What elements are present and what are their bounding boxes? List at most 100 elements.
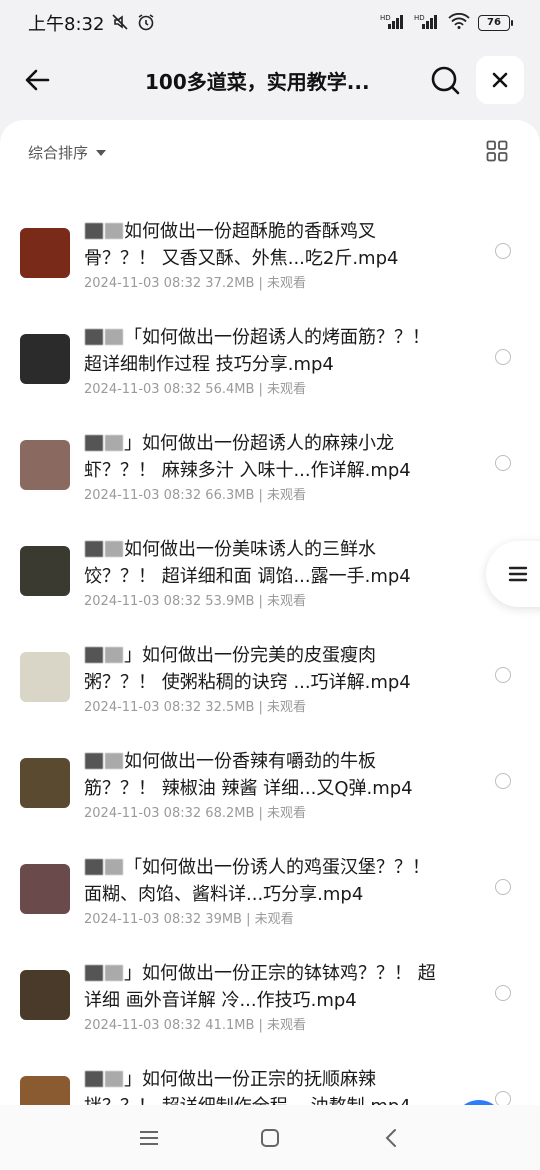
close-button[interactable] bbox=[476, 56, 524, 104]
file-meta: 2024-11-03 08:32 56.4MB | 未观看 bbox=[84, 378, 306, 397]
status-time: 上午8:32 bbox=[28, 14, 105, 35]
file-size: 32.5MB bbox=[205, 700, 255, 715]
file-list-sheet: 综合排序 如何做出一份超酥脆的香酥鸡叉骨？？！ 又香又酥、外焦...吃2斤.mp… bbox=[0, 120, 540, 1105]
file-size: 66.3MB bbox=[205, 488, 255, 503]
signal-hd-icon: HD bbox=[414, 13, 440, 33]
file-meta: 2024-11-03 08:32 68.2MB | 未观看 bbox=[84, 802, 306, 821]
file-name-text: 如何做出一份香辣有嚼劲的牛板筋？？！ 辣椒油 辣酱 详细...又Q弹.mp4 bbox=[84, 751, 413, 799]
file-name-prefix: 「 bbox=[124, 857, 142, 878]
list-icon bbox=[508, 566, 528, 582]
select-radio[interactable] bbox=[495, 773, 511, 789]
signal-hd-icon: HD bbox=[380, 13, 406, 33]
file-size: 37.2MB bbox=[205, 276, 255, 291]
caret-down-icon bbox=[96, 149, 107, 156]
redacted-block bbox=[85, 435, 103, 451]
redacted-block bbox=[85, 329, 103, 345]
file-date: 2024-11-03 08:32 bbox=[84, 382, 202, 397]
redacted-block bbox=[105, 329, 123, 345]
select-radio[interactable] bbox=[495, 349, 511, 365]
file-date: 2024-11-03 08:32 bbox=[84, 594, 202, 609]
video-thumbnail bbox=[20, 1076, 70, 1105]
svg-text:HD: HD bbox=[414, 14, 425, 22]
meta-divider: | bbox=[254, 700, 268, 715]
video-thumbnail bbox=[20, 334, 70, 384]
file-name-text: 如何做出一份超酥脆的香酥鸡叉骨？？！ 又香又酥、外焦...吃2斤.mp4 bbox=[84, 221, 399, 269]
file-date: 2024-11-03 08:32 bbox=[84, 488, 202, 503]
back-button[interactable] bbox=[20, 62, 56, 98]
file-row[interactable]: 如何做出一份超酥脆的香酥鸡叉骨？？！ 又香又酥、外焦...吃2斤.mp4 2024… bbox=[0, 206, 540, 312]
file-date: 2024-11-03 08:32 bbox=[84, 912, 202, 927]
select-radio[interactable] bbox=[495, 455, 511, 471]
file-size: 39MB bbox=[205, 912, 242, 927]
file-row[interactable]: 」如何做出一份正宗的钵钵鸡？？！ 超详细 画外音详解 冷...作技巧.mp4 20… bbox=[0, 948, 540, 1054]
select-radio[interactable] bbox=[495, 985, 511, 1001]
file-row[interactable]: 」如何做出一份超诱人的麻辣小龙虾？？！ 麻辣多汁 入味十...作详解.mp4 20… bbox=[0, 418, 540, 524]
file-row[interactable]: 如何做出一份美味诱人的三鲜水饺？？！ 超详细和面 调馅...露一手.mp4 202… bbox=[0, 524, 540, 630]
home-button[interactable] bbox=[259, 1127, 281, 1149]
meta-divider: | bbox=[241, 912, 255, 927]
meta-divider: | bbox=[254, 1018, 268, 1033]
file-name-prefix: 」 bbox=[124, 645, 142, 666]
video-thumbnail bbox=[20, 652, 70, 702]
video-thumbnail bbox=[20, 228, 70, 278]
watch-status: 未观看 bbox=[267, 382, 307, 397]
select-radio[interactable] bbox=[495, 667, 511, 683]
file-size: 53.9MB bbox=[205, 594, 255, 609]
file-name-prefix: 「 bbox=[124, 327, 142, 348]
file-meta: 2024-11-03 08:32 37.2MB | 未观看 bbox=[84, 272, 306, 291]
file-name: 」如何做出一份超诱人的麻辣小龙虾？？！ 麻辣多汁 入味十...作详解.mp4 bbox=[84, 430, 444, 484]
page-title: 100多道菜，实用教学... bbox=[145, 70, 370, 94]
select-radio[interactable] bbox=[495, 1091, 511, 1105]
file-size: 41.1MB bbox=[205, 1018, 255, 1033]
redacted-block bbox=[85, 1071, 103, 1087]
file-row[interactable]: 「如何做出一份超诱人的烤面筋？？！ 超详细制作过程 技巧分享.mp4 2024-1… bbox=[0, 312, 540, 418]
watch-status: 未观看 bbox=[267, 806, 307, 821]
watch-status: 未观看 bbox=[267, 488, 307, 503]
file-date: 2024-11-03 08:32 bbox=[84, 1018, 202, 1033]
grid-view-icon bbox=[486, 140, 508, 162]
system-nav-bar bbox=[0, 1105, 540, 1170]
file-name: 」如何做出一份正宗的钵钵鸡？？！ 超详细 画外音详解 冷...作技巧.mp4 bbox=[84, 960, 444, 1014]
file-date: 2024-11-03 08:32 bbox=[84, 700, 202, 715]
file-row[interactable]: 」如何做出一份正宗的抚顺麻辣拌？？！ 超详细制作全程 ...油熬制.mp4202… bbox=[0, 1054, 540, 1105]
search-button[interactable] bbox=[428, 63, 462, 97]
file-row[interactable]: 「如何做出一份诱人的鸡蛋汉堡？？！ 面糊、肉馅、酱料详...巧分享.mp4 202… bbox=[0, 842, 540, 948]
back-arrow-icon bbox=[25, 69, 50, 91]
watch-status: 未观看 bbox=[267, 1018, 307, 1033]
mute-icon bbox=[110, 12, 130, 36]
file-size: 68.2MB bbox=[205, 806, 255, 821]
video-thumbnail bbox=[20, 970, 70, 1020]
watch-status: 未观看 bbox=[267, 700, 307, 715]
video-thumbnail bbox=[20, 440, 70, 490]
select-radio[interactable] bbox=[495, 879, 511, 895]
select-radio[interactable] bbox=[495, 243, 511, 259]
menu-icon bbox=[140, 1131, 158, 1145]
sort-dropdown[interactable]: 综合排序 bbox=[28, 142, 107, 163]
grid-view-button[interactable] bbox=[486, 140, 508, 162]
file-name-prefix: 」 bbox=[124, 1069, 142, 1090]
file-name-prefix: 」 bbox=[124, 963, 142, 984]
redacted-block bbox=[105, 647, 123, 663]
redacted-block bbox=[85, 965, 103, 981]
file-name-prefix: 」 bbox=[124, 433, 142, 454]
file-row[interactable]: 如何做出一份香辣有嚼劲的牛板筋？？！ 辣椒油 辣酱 详细...又Q弹.mp4 20… bbox=[0, 736, 540, 842]
redacted-block bbox=[105, 965, 123, 981]
redacted-block bbox=[105, 223, 123, 239]
file-meta: 2024-11-03 08:32 66.3MB | 未观看 bbox=[84, 484, 306, 503]
svg-text:HD: HD bbox=[380, 14, 391, 22]
meta-divider: | bbox=[254, 276, 268, 291]
file-date: 2024-11-03 08:32 bbox=[84, 276, 202, 291]
battery-icon: 76 bbox=[478, 15, 513, 31]
file-row[interactable]: 」如何做出一份完美的皮蛋瘦肉粥？？！ 使粥粘稠的诀窍 ...巧详解.mp4 202… bbox=[0, 630, 540, 736]
file-meta: 2024-11-03 08:32 39MB | 未观看 bbox=[84, 908, 294, 927]
file-size: 56.4MB bbox=[205, 382, 255, 397]
nav-back-button[interactable] bbox=[381, 1127, 403, 1149]
menu-button[interactable] bbox=[138, 1127, 160, 1149]
watch-status: 未观看 bbox=[267, 276, 307, 291]
redacted-block bbox=[85, 541, 103, 557]
redacted-block bbox=[105, 435, 123, 451]
back-icon bbox=[385, 1129, 396, 1147]
file-name: 」如何做出一份正宗的抚顺麻辣拌？？！ 超详细制作全程 ...油熬制.mp4 bbox=[84, 1066, 444, 1105]
meta-divider: | bbox=[254, 594, 268, 609]
meta-divider: | bbox=[254, 488, 268, 503]
